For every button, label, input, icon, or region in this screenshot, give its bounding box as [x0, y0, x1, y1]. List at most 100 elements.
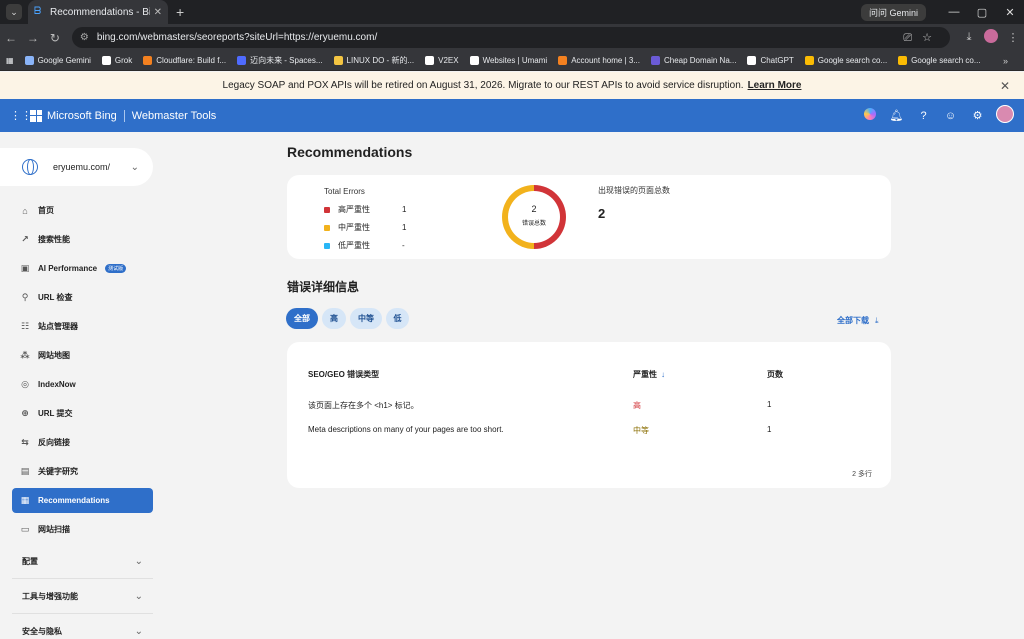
bookmark-item[interactable]: Account home | 3...	[558, 55, 640, 66]
product-name[interactable]: Webmaster Tools	[132, 110, 217, 122]
column-header-severity[interactable]: 严重性 ↓	[633, 369, 665, 380]
close-window-button[interactable]: ✕	[996, 6, 1024, 19]
tab-close-icon[interactable]: ✕	[154, 7, 162, 18]
sort-descending-icon[interactable]: ↓	[661, 370, 665, 379]
bookmark-item[interactable]: Google search co...	[898, 55, 981, 66]
bookmark-item[interactable]: 迈向未来 - Spaces...	[237, 55, 323, 66]
bookmark-item[interactable]: Google search co...	[804, 55, 887, 66]
table-row-1-type[interactable]: 该页面上存在多个 <h1> 标记。	[308, 400, 419, 411]
filter-medium-chip[interactable]: 中等	[350, 308, 382, 329]
sidebar-item-label: 网站地图	[38, 351, 70, 360]
learn-more-link[interactable]: Learn More	[748, 80, 802, 91]
sidebar-group[interactable]: 安全与隐私 ⌄	[0, 614, 165, 639]
download-all-label[interactable]: 全部下载	[837, 316, 869, 325]
bookmark-item[interactable]: V2EX	[425, 55, 459, 66]
bookmark-item[interactable]: Cloudflare: Build f...	[143, 55, 226, 66]
doc-icon: ▤	[20, 466, 30, 476]
sidebar-group[interactable]: 配置 ⌄	[0, 544, 165, 578]
new-tab-button[interactable]: +	[176, 4, 184, 20]
sidebar-item-doc[interactable]: ▤ 关键字研究	[0, 457, 165, 486]
sidebar-item-globe[interactable]: ⊕ URL 提交	[0, 399, 165, 428]
table-row-1-severity: 高	[633, 401, 641, 410]
back-arrow-icon[interactable]: ←	[0, 31, 22, 45]
url-text[interactable]: bing.com/webmasters/seoreports?siteUrl=h…	[97, 32, 903, 43]
sidebar-item-label: IndexNow	[38, 380, 76, 389]
forward-arrow-icon[interactable]: →	[22, 31, 44, 45]
bookmark-item[interactable]: LINUX DO - 新的...	[333, 55, 414, 66]
table-row-2-type[interactable]: Meta descriptions on many of your pages …	[308, 425, 504, 434]
filter-high-chip[interactable]: 高	[322, 308, 346, 329]
notice-close-icon[interactable]: ✕	[1000, 79, 1010, 93]
filter-all-chip[interactable]: 全部	[286, 308, 318, 329]
chevron-down-icon[interactable]: ⌄	[135, 626, 143, 637]
bookmark-label: Google search co...	[911, 56, 981, 65]
sitemap-icon: ☷	[20, 321, 30, 331]
sidebar-item-label: URL 提交	[38, 409, 73, 418]
sidebar-item-indexnow[interactable]: ◎ IndexNow	[0, 370, 165, 399]
browser-toolbar: ← → ↻ ⚙ bing.com/webmasters/seoreports?s…	[0, 24, 1024, 51]
recommend-icon: ▦	[20, 495, 30, 505]
bookmarks-overflow-icon[interactable]: »	[1003, 56, 1008, 66]
bookmark-star-icon[interactable]: ☆	[922, 32, 942, 44]
severity-count: -	[402, 241, 405, 250]
minimize-button[interactable]: —	[940, 6, 968, 18]
sidebar-group[interactable]: 工具与增强功能 ⌄	[0, 579, 165, 613]
help-icon[interactable]: ?	[910, 110, 937, 122]
chevron-down-icon[interactable]: ⌄	[131, 162, 139, 173]
bookmark-label: Cloudflare: Build f...	[156, 56, 227, 65]
maximize-button[interactable]: ▢	[968, 6, 996, 19]
bookmark-item[interactable]: Cheap Domain Na...	[650, 55, 736, 66]
sidebar-item-label: Recommendations	[38, 496, 110, 505]
download-all-button[interactable]: 全部下载 ⤓	[837, 315, 879, 326]
table-row-1-pages: 1	[767, 400, 772, 409]
bookmark-item[interactable]: Google Gemini	[24, 55, 91, 66]
sidebar-item-recommend[interactable]: ▦ Recommendations	[12, 488, 153, 513]
column-header-pages[interactable]: 页数	[767, 369, 783, 380]
severity-label: 高严重性	[338, 205, 370, 214]
bookmark-item[interactable]: Grok	[101, 55, 132, 66]
brand-name[interactable]: Microsoft Bing	[47, 110, 117, 122]
filter-low-chip[interactable]: 低	[386, 308, 409, 329]
globe-icon	[22, 159, 38, 175]
feedback-smiley-icon[interactable]: ☺	[937, 110, 964, 122]
download-arrow-icon[interactable]: ⤓	[875, 316, 879, 325]
bell-icon[interactable]: 🔔︎	[883, 109, 910, 122]
browser-tab-active[interactable]: ᗷ Recommendations - Bing We ✕	[28, 0, 168, 24]
gemini-button[interactable]: 问问 Gemini	[860, 3, 926, 21]
table-row-2-pages: 1	[767, 425, 772, 434]
sidebar-item-sitemap[interactable]: ☷ 站点管理器	[0, 312, 165, 341]
sidebar-item-link[interactable]: ⇆ 反向链接	[0, 428, 165, 457]
cast-icon[interactable]: ⎚	[903, 32, 922, 44]
bookmark-item[interactable]: Websites | Umami	[469, 55, 547, 66]
bookmark-item[interactable]: ChatGPT	[747, 55, 794, 66]
user-avatar[interactable]	[991, 105, 1018, 126]
sidebar-item-home[interactable]: ⌂ 首页	[0, 196, 165, 225]
chevron-down-icon[interactable]: ⌄	[135, 591, 143, 602]
address-bar[interactable]: ⚙ bing.com/webmasters/seoreports?siteUrl…	[71, 27, 950, 48]
apps-grid-icon[interactable]: ▦	[6, 56, 14, 65]
menu-kebab-icon[interactable]: ⋮	[1002, 31, 1024, 44]
app-launcher-icon[interactable]: ⋮⋮	[10, 109, 32, 122]
column-header-severity-label[interactable]: 严重性	[633, 370, 657, 379]
bookmark-label: V2EX	[438, 56, 459, 65]
header-divider	[123, 109, 125, 122]
sidebar-item-trend[interactable]: ↗ 搜索性能	[0, 225, 165, 254]
reload-icon[interactable]: ↻	[44, 31, 66, 45]
copilot-icon[interactable]	[856, 108, 883, 123]
chevron-down-icon[interactable]: ⌄	[135, 556, 143, 567]
tab-search-icon[interactable]: ⌄	[6, 4, 22, 20]
sidebar-item-scan[interactable]: ▭ 网站扫描	[0, 515, 165, 544]
sidebar-item-tree[interactable]: ⁂ 网站地图	[0, 341, 165, 370]
site-selector[interactable]: eryuemu.com/ ⌄	[0, 148, 153, 186]
errors-donut-chart	[502, 185, 566, 249]
ai-icon: ▣	[20, 263, 30, 273]
download-icon[interactable]: ⤓	[958, 31, 980, 44]
sidebar-item-label: 反向链接	[38, 438, 70, 447]
profile-icon[interactable]	[980, 29, 1002, 46]
omnibox-actions[interactable]: ⎚☆	[903, 31, 942, 45]
column-header-type[interactable]: SEO/GEO 错误类型	[308, 369, 379, 380]
sidebar-item-ai[interactable]: ▣ AI Performance 测试版	[0, 254, 165, 283]
site-info-icon[interactable]: ⚙	[80, 32, 89, 43]
sidebar-item-search[interactable]: ⚲ URL 检查	[0, 283, 165, 312]
settings-gear-icon[interactable]: ⚙	[964, 109, 991, 122]
